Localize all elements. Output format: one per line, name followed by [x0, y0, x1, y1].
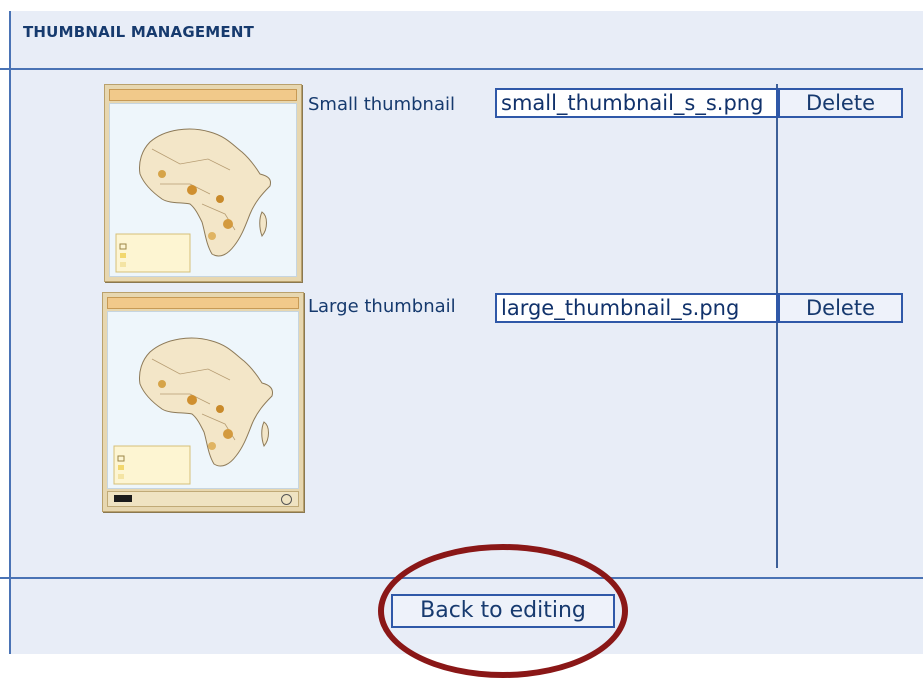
africa-map-icon: [115, 128, 271, 273]
small-thumbnail-file-field[interactable]: small_thumbnail_s_s.png: [495, 88, 778, 118]
small-thumbnail-delete-button[interactable]: Delete: [778, 88, 903, 118]
africa-map-icon: [113, 337, 273, 485]
map-footer-strip: [107, 491, 299, 507]
large-thumbnail-delete-button[interactable]: Delete: [778, 293, 903, 323]
annotation-highlight-ellipse: [378, 544, 628, 678]
small-thumbnail-label: Small thumbnail: [308, 94, 455, 115]
map-title-bar: [107, 297, 299, 309]
panel-left-border: [9, 11, 11, 654]
small-thumbnail-preview: [104, 84, 302, 282]
header-divider: [0, 68, 923, 70]
un-emblem-icon: [281, 494, 292, 505]
scale-bar-icon: [114, 495, 132, 502]
africa-map-image: [109, 103, 297, 277]
large-thumbnail-label: Large thumbnail: [308, 296, 456, 317]
africa-map-image: [107, 311, 299, 489]
column-divider: [776, 84, 778, 568]
section-title: THUMBNAIL MANAGEMENT: [23, 23, 255, 41]
large-thumbnail-preview: [102, 292, 304, 512]
large-thumbnail-file-field[interactable]: large_thumbnail_s.png: [495, 293, 778, 323]
map-title-bar: [109, 89, 297, 101]
